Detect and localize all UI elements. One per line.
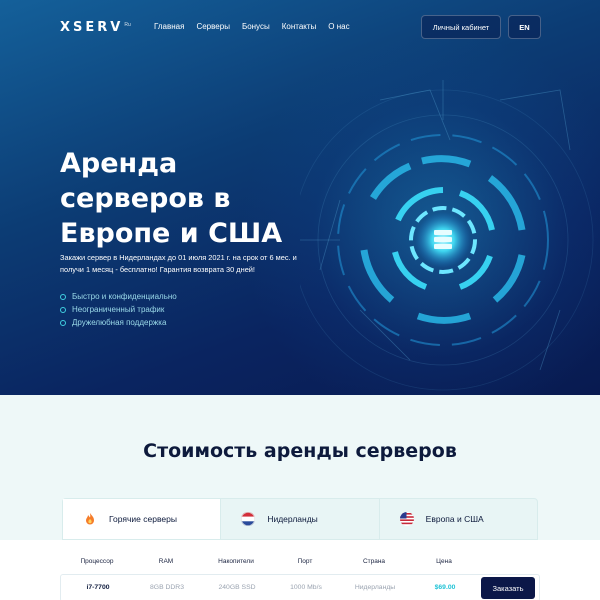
- feature-label: Неограниченный трафик: [72, 305, 165, 314]
- feature-label: Дружелюбная поддержка: [72, 318, 167, 327]
- feature-list: Быстро и конфиденциально Неограниченный …: [60, 290, 177, 329]
- cell-country: Нидерланды: [354, 584, 396, 591]
- column-header-ram: RAM: [158, 558, 174, 565]
- logo-text: XSERV: [60, 20, 124, 35]
- order-button[interactable]: Заказать: [481, 577, 535, 599]
- column-header-country: Страна: [362, 558, 386, 565]
- column-header-port: Порт: [297, 558, 313, 565]
- tab-label: Нидерланды: [267, 514, 318, 524]
- cell-price: $69.00: [434, 584, 456, 591]
- netherlands-flag-icon: [241, 512, 256, 526]
- server-tech-graphic: [300, 80, 594, 391]
- feature-item: Дружелюбная поддержка: [60, 316, 177, 329]
- nav-item-home[interactable]: Главная: [154, 22, 184, 31]
- fire-icon: [83, 512, 97, 526]
- feature-item: Неограниченный трафик: [60, 303, 177, 316]
- main-nav: Главная Серверы Бонусы Контакты О нас: [154, 22, 362, 31]
- logo[interactable]: XSERV Ru: [60, 20, 131, 35]
- hero-section: XSERV Ru Главная Серверы Бонусы Контакты…: [0, 0, 600, 395]
- pricing-title: Стоимость аренды серверов: [143, 440, 457, 462]
- tab-netherlands[interactable]: Нидерланды: [221, 499, 380, 539]
- cell-ram: 8GB DDR3: [150, 584, 184, 591]
- tab-label: Европа и США: [425, 514, 484, 524]
- logo-superscript: Ru: [124, 22, 131, 28]
- table-row: i7-7700 8GB DDR3 240GB SSD 1000 Mb/s Нид…: [60, 574, 540, 600]
- cabinet-button[interactable]: Личный кабинет: [421, 15, 501, 39]
- tab-europe-usa[interactable]: Европа и США: [380, 499, 537, 539]
- pricing-tabs: Горячие серверы Нидерланды Европа и США: [62, 498, 538, 540]
- hero-title: Аренда серверов в Европе и США: [60, 148, 283, 249]
- column-header-storage: Накопители: [218, 558, 254, 565]
- nav-item-servers[interactable]: Серверы: [196, 22, 229, 31]
- cell-port: 1000 Mb/s: [290, 584, 322, 591]
- nav-item-bonuses[interactable]: Бонусы: [242, 22, 270, 31]
- feature-item: Быстро и конфиденциально: [60, 290, 177, 303]
- cell-storage: 240GB SSD: [218, 584, 256, 591]
- bullet-circle-icon: [60, 319, 66, 326]
- feature-label: Быстро и конфиденциально: [72, 292, 177, 301]
- cell-cpu: i7-7700: [86, 584, 110, 591]
- table-header: Процессор RAM Накопители Порт Страна Цен…: [60, 558, 540, 570]
- language-button[interactable]: EN: [508, 15, 541, 39]
- tab-label: Горячие серверы: [109, 514, 177, 524]
- bullet-circle-icon: [60, 293, 66, 300]
- hero-subtitle: Закажи сервер в Нидерландах до 01 июля 2…: [60, 253, 297, 274]
- column-header-price: Цена: [436, 558, 452, 565]
- nav-item-contacts[interactable]: Контакты: [282, 22, 317, 31]
- bullet-circle-icon: [60, 306, 66, 313]
- tab-hot-servers[interactable]: Горячие серверы: [63, 499, 222, 539]
- column-header-cpu: Процессор: [80, 558, 114, 565]
- europe-usa-flag-icon: [399, 512, 414, 526]
- nav-item-about[interactable]: О нас: [328, 22, 349, 31]
